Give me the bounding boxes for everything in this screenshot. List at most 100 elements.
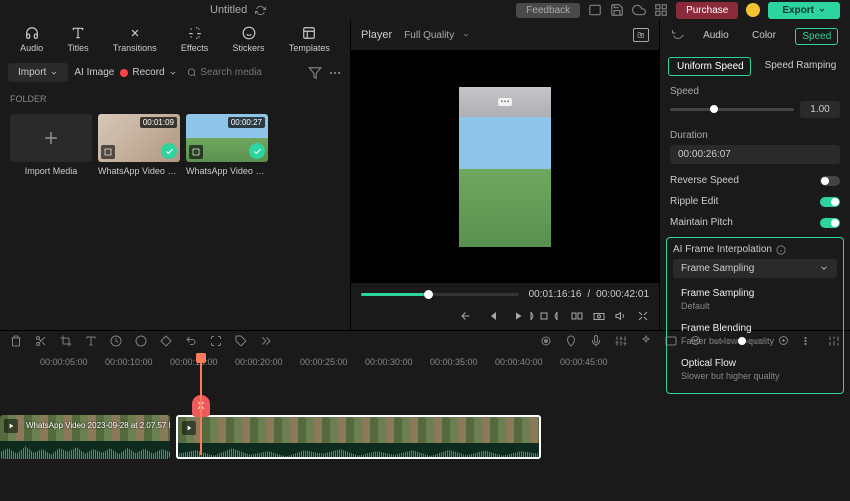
video-viewport[interactable]: • • • xyxy=(351,50,659,283)
record-button[interactable]: Record xyxy=(120,67,176,78)
track-area[interactable]: 00:00:05:00 00:00:10:00 00:00:15:00 00:0… xyxy=(0,355,850,475)
duration-label: Duration xyxy=(670,130,840,141)
tab-speed[interactable]: Speed xyxy=(795,28,838,45)
ripple-label: Ripple Edit xyxy=(670,196,718,207)
prev-frame-icon[interactable] xyxy=(460,310,472,322)
folder-label: FOLDER xyxy=(0,88,350,110)
tab-stickers[interactable]: Stickers xyxy=(227,24,271,55)
dd-frame-sampling[interactable]: Frame SamplingDefault xyxy=(673,282,837,317)
plus-icon xyxy=(41,128,61,148)
expand-icon[interactable] xyxy=(210,335,222,347)
export-button[interactable]: Export xyxy=(768,2,840,19)
search-icon xyxy=(187,67,197,78)
select-icon xyxy=(101,145,115,159)
video-frame: • • • xyxy=(459,87,551,247)
refresh-right-icon[interactable] xyxy=(672,28,684,40)
list-view-icon[interactable] xyxy=(803,335,815,347)
time-ruler[interactable]: 00:00:05:00 00:00:10:00 00:00:15:00 00:0… xyxy=(0,355,850,369)
import-media-card[interactable]: Import Media xyxy=(10,114,92,176)
clip-2[interactable] xyxy=(176,415,541,459)
info-icon[interactable] xyxy=(776,245,786,255)
refresh-icon[interactable] xyxy=(255,5,266,16)
fullscreen-icon[interactable] xyxy=(637,310,649,322)
tab-effects[interactable]: Effects xyxy=(175,24,214,55)
window-icon[interactable] xyxy=(588,3,602,17)
settings-tl-icon[interactable] xyxy=(828,335,840,347)
step-back-icon[interactable] xyxy=(486,310,498,322)
media-item[interactable]: 00:01:09 WhatsApp Video 202… xyxy=(98,114,180,176)
reverse-label: Reverse Speed xyxy=(670,175,739,186)
quality-dropdown[interactable]: Full Quality xyxy=(404,30,470,41)
filter-icon[interactable] xyxy=(308,66,322,80)
player-panel: Player Full Quality • • • 00:01:16:16 / … xyxy=(350,20,660,330)
speed-slider[interactable] xyxy=(670,108,794,111)
speed-timeline-icon[interactable] xyxy=(110,335,122,347)
play-icon[interactable] xyxy=(512,310,524,322)
clip-1[interactable]: WhatsApp Video 2023-09-28 at 2.07.57 PM xyxy=(0,415,170,459)
more-timeline-icon[interactable] xyxy=(260,335,272,347)
current-time: 00:01:16:16 xyxy=(529,289,582,300)
tab-audio[interactable]: Audio xyxy=(14,24,49,55)
compare-icon[interactable] xyxy=(571,310,583,322)
topbar: Untitled Feedback Purchase Export xyxy=(0,0,850,20)
film-icon[interactable] xyxy=(665,335,677,347)
mic-icon[interactable] xyxy=(590,335,602,347)
undo-icon[interactable] xyxy=(185,335,197,347)
ai-image-button[interactable]: AI Image xyxy=(74,67,114,78)
chevron-down-icon xyxy=(819,263,829,273)
color-icon[interactable] xyxy=(135,335,147,347)
media-item[interactable]: 00:00:27 WhatsApp Video 202… xyxy=(186,114,268,176)
capture-icon[interactable] xyxy=(593,310,605,322)
properties-panel: Audio Color Speed Uniform Speed Speed Ra… xyxy=(660,20,850,330)
ai-tl-icon[interactable] xyxy=(640,335,652,347)
mixer-icon[interactable] xyxy=(615,335,627,347)
ripple-toggle[interactable] xyxy=(820,197,840,207)
cloud-icon[interactable] xyxy=(632,3,646,17)
zoom-out-icon[interactable] xyxy=(690,335,702,347)
grid-icon[interactable] xyxy=(654,3,668,17)
tag-icon[interactable] xyxy=(235,335,247,347)
cut-icon[interactable] xyxy=(35,335,47,347)
pitch-toggle[interactable] xyxy=(820,218,840,228)
more-icon[interactable] xyxy=(328,66,342,80)
uniform-speed-tab[interactable]: Uniform Speed xyxy=(668,57,751,76)
mark-in-icon[interactable] xyxy=(527,310,539,322)
delete-icon[interactable] xyxy=(10,335,22,347)
duration-badge: 00:01:09 xyxy=(140,117,177,128)
zoom-slider[interactable] xyxy=(715,340,765,343)
reverse-toggle[interactable] xyxy=(820,176,840,186)
media-panel: Audio Titles Transitions Effects Sticker… xyxy=(0,20,350,330)
snapshot-icon[interactable] xyxy=(633,28,649,42)
record-tl-icon[interactable] xyxy=(540,335,552,347)
save-icon[interactable] xyxy=(610,3,624,17)
import-button[interactable]: Import xyxy=(8,63,68,82)
duration-value[interactable]: 00:00:26:07 xyxy=(670,145,840,164)
purchase-button[interactable]: Purchase xyxy=(676,2,738,19)
volume-icon[interactable] xyxy=(615,310,627,322)
tab-templates[interactable]: Templates xyxy=(283,24,336,55)
speed-value[interactable]: 1.00 xyxy=(800,101,840,118)
mark-out-icon[interactable] xyxy=(549,310,561,322)
feedback-button[interactable]: Feedback xyxy=(516,3,580,18)
tab-color[interactable]: Color xyxy=(748,28,780,45)
check-icon xyxy=(249,143,265,159)
crop-icon[interactable] xyxy=(60,335,72,347)
chevron-down-icon xyxy=(462,31,470,39)
chevron-down-icon xyxy=(818,6,826,14)
select-icon xyxy=(189,145,203,159)
tab-titles[interactable]: Titles xyxy=(61,24,94,55)
zoom-in-icon[interactable] xyxy=(778,335,790,347)
marker-tl-icon[interactable] xyxy=(565,335,577,347)
speed-ramping-tab[interactable]: Speed Ramping xyxy=(757,57,842,76)
search-input[interactable] xyxy=(200,67,298,78)
keyframe-icon[interactable] xyxy=(160,335,172,347)
tab-audio-right[interactable]: Audio xyxy=(699,28,733,45)
duration-badge: 00:00:27 xyxy=(228,117,265,128)
playhead[interactable] xyxy=(200,355,202,455)
avatar[interactable] xyxy=(746,3,760,17)
project-title: Untitled xyxy=(210,4,247,16)
text-icon[interactable] xyxy=(85,335,97,347)
interpolation-dropdown[interactable]: Frame Sampling xyxy=(673,259,837,278)
scrubber[interactable] xyxy=(361,293,519,296)
tab-transitions[interactable]: Transitions xyxy=(107,24,163,55)
